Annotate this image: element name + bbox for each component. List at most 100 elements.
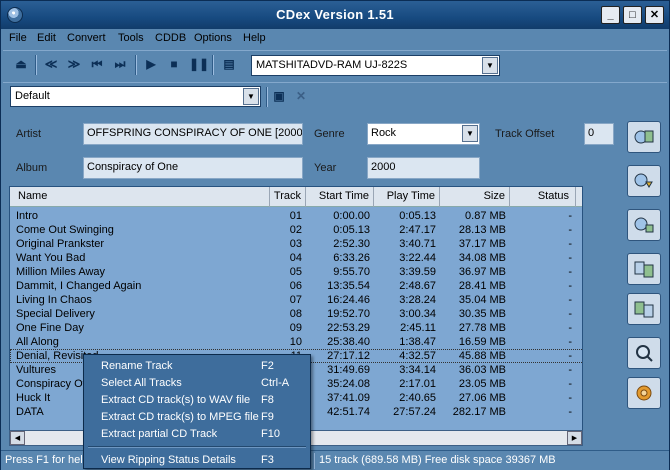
track-cell-start: 13:35.54: [327, 280, 370, 292]
track-cell-play: 2:17.01: [399, 378, 436, 390]
track-cell-play: 4:32.57: [399, 350, 436, 362]
cdex-window: CDex Version 1.51 _ □ ✕ File Edit Conver…: [0, 0, 670, 470]
menu-cddb[interactable]: CDDB: [155, 32, 186, 44]
menu-options[interactable]: Options: [194, 32, 232, 44]
stop-icon[interactable]: ■: [166, 56, 182, 72]
track-cell-status: -: [568, 210, 572, 222]
track-cell-track: 03: [289, 238, 302, 250]
menu-item-shortcut: F8: [261, 394, 274, 406]
genre-select[interactable]: Rock ▼: [367, 123, 480, 145]
track-row[interactable]: Intro 01 0:00.00 0:05.13 0.87 MB -: [10, 209, 582, 223]
menu-item-view-ripping-status[interactable]: View Ripping Status Details F3: [84, 452, 310, 468]
year-field[interactable]: 2000: [367, 157, 480, 179]
track-cell-status: -: [568, 406, 572, 418]
album-field[interactable]: Conspiracy of One: [83, 157, 303, 179]
convert-wav-button[interactable]: [627, 253, 661, 285]
play-files-button[interactable]: [627, 337, 661, 369]
menu-tools[interactable]: Tools: [118, 32, 144, 44]
scroll-left-icon[interactable]: ◀: [10, 431, 25, 445]
menu-item-extract-mpeg[interactable]: Extract CD track(s) to MPEG file F9: [84, 409, 310, 425]
menu-convert[interactable]: Convert: [67, 32, 106, 44]
menu-item-label: Select All Tracks: [101, 377, 182, 389]
menu-item-shortcut: F3: [261, 454, 274, 466]
track-context-menu: Rename Track F2 Select All Tracks Ctrl-A…: [83, 354, 311, 469]
column-track[interactable]: Track: [270, 187, 306, 207]
column-start-time[interactable]: Start Time: [306, 187, 374, 207]
minimize-button[interactable]: _: [601, 6, 620, 24]
menu-edit[interactable]: Edit: [37, 32, 56, 44]
rewind-icon[interactable]: ≪: [43, 56, 59, 72]
cd-info-icon[interactable]: ▤: [221, 56, 237, 72]
track-cell-size: 28.13 MB: [458, 224, 506, 236]
configure-button[interactable]: [627, 377, 661, 409]
menu-item-select-all-tracks[interactable]: Select All Tracks Ctrl-A: [84, 375, 310, 391]
extract-cd-to-mpeg-button[interactable]: [627, 209, 661, 241]
previous-track-icon[interactable]: ⏮: [89, 56, 105, 72]
convert-mpeg-button[interactable]: [627, 293, 661, 325]
status-divider: [314, 453, 315, 469]
track-cell-track: 05: [289, 266, 302, 278]
track-cell-track: 04: [289, 252, 302, 264]
menu-file[interactable]: File: [9, 32, 27, 44]
track-row[interactable]: Special Delivery 08 19:52.70 3:00.34 30.35 M…: [10, 307, 582, 321]
track-offset-field[interactable]: 0: [584, 123, 614, 145]
close-button[interactable]: ✕: [645, 6, 664, 24]
save-profile-icon[interactable]: ▣: [271, 88, 287, 104]
gear-icon: [636, 385, 652, 401]
menu-item-label: View Ripping Status Details: [101, 454, 236, 466]
track-offset-label: Track Offset: [495, 128, 555, 140]
track-cell-name: Original Prankster: [16, 238, 105, 250]
track-row[interactable]: All Along 10 25:38.40 1:38.47 16.59 MB -: [10, 335, 582, 349]
track-row[interactable]: Original Prankster 03 2:52.30 3:40.71 37.17 …: [10, 237, 582, 251]
title-bar[interactable]: CDex Version 1.51 _ □ ✕: [1, 1, 669, 29]
track-cell-size: 45.88 MB: [458, 350, 506, 362]
column-name[interactable]: Name: [10, 187, 270, 207]
pause-icon[interactable]: ❚❚: [189, 56, 209, 72]
track-cell-start: 0:00.00: [333, 210, 370, 222]
chevron-down-icon[interactable]: ▼: [462, 125, 478, 142]
next-track-icon[interactable]: ⏭: [112, 56, 128, 72]
drive-select[interactable]: MATSHITADVD-RAM UJ-822S ▼: [251, 55, 500, 76]
track-cell-size: 0.87 MB: [465, 210, 506, 222]
read-cd-info-button[interactable]: [627, 121, 661, 153]
album-label: Album: [16, 162, 48, 174]
year-label: Year: [314, 162, 337, 174]
track-cell-name: Special Delivery: [16, 308, 95, 320]
track-cell-play: 3:34.14: [399, 364, 436, 376]
chevron-down-icon[interactable]: ▼: [243, 88, 259, 105]
menu-item-extract-wav[interactable]: Extract CD track(s) to WAV file F8: [84, 392, 310, 408]
track-row[interactable]: Living In Chaos 07 16:24.46 3:28.24 35.04 MB…: [10, 293, 582, 307]
track-row[interactable]: Dammit, I Changed Again 06 13:35.54 2:48.67…: [10, 279, 582, 293]
fast-forward-icon[interactable]: ≫: [66, 56, 82, 72]
play-icon[interactable]: ▶: [143, 56, 159, 72]
column-play-time[interactable]: Play Time: [374, 187, 440, 207]
delete-profile-icon[interactable]: ✕: [293, 88, 309, 104]
menu-help[interactable]: Help: [243, 32, 266, 44]
menu-item-extract-partial[interactable]: Extract partial CD Track F10: [84, 426, 310, 442]
profile-select[interactable]: Default ▼: [10, 86, 261, 107]
track-row[interactable]: Come Out Swinging 02 0:05.13 2:47.17 28.13 M…: [10, 223, 582, 237]
genre-select-value: Rock: [371, 127, 397, 139]
file-convert-icon: [634, 261, 654, 278]
maximize-button[interactable]: □: [623, 6, 642, 24]
track-row[interactable]: Million Miles Away 05 9:55.70 3:39.59 36.97 …: [10, 265, 582, 279]
artist-field[interactable]: OFFSPRING CONSPIRACY OF ONE [2000]: [83, 123, 303, 145]
track-row[interactable]: Want You Bad 04 6:33.26 3:22.44 34.08 MB -: [10, 251, 582, 265]
track-row[interactable]: One Fine Day 09 22:53.29 2:45.11 27.78 MB -: [10, 321, 582, 335]
track-cell-size: 27.06 MB: [458, 392, 506, 404]
column-size[interactable]: Size: [440, 187, 510, 207]
eject-icon[interactable]: ⏏: [13, 56, 29, 72]
track-cell-start: 9:55.70: [333, 266, 370, 278]
track-cell-start: 2:52.30: [333, 238, 370, 250]
extract-cd-to-wav-button[interactable]: [627, 165, 661, 197]
scroll-right-icon[interactable]: ▶: [567, 431, 582, 445]
track-cell-play: 2:45.11: [400, 322, 436, 334]
track-cell-status: -: [568, 308, 572, 320]
track-cell-play: 3:39.59: [399, 266, 436, 278]
menu-separator: [88, 446, 306, 448]
chevron-down-icon[interactable]: ▼: [482, 57, 498, 74]
menu-item-rename-track[interactable]: Rename Track F2: [84, 358, 310, 374]
track-cell-status: -: [568, 336, 572, 348]
column-status[interactable]: Status: [510, 187, 576, 207]
track-cell-size: 36.03 MB: [458, 364, 506, 376]
